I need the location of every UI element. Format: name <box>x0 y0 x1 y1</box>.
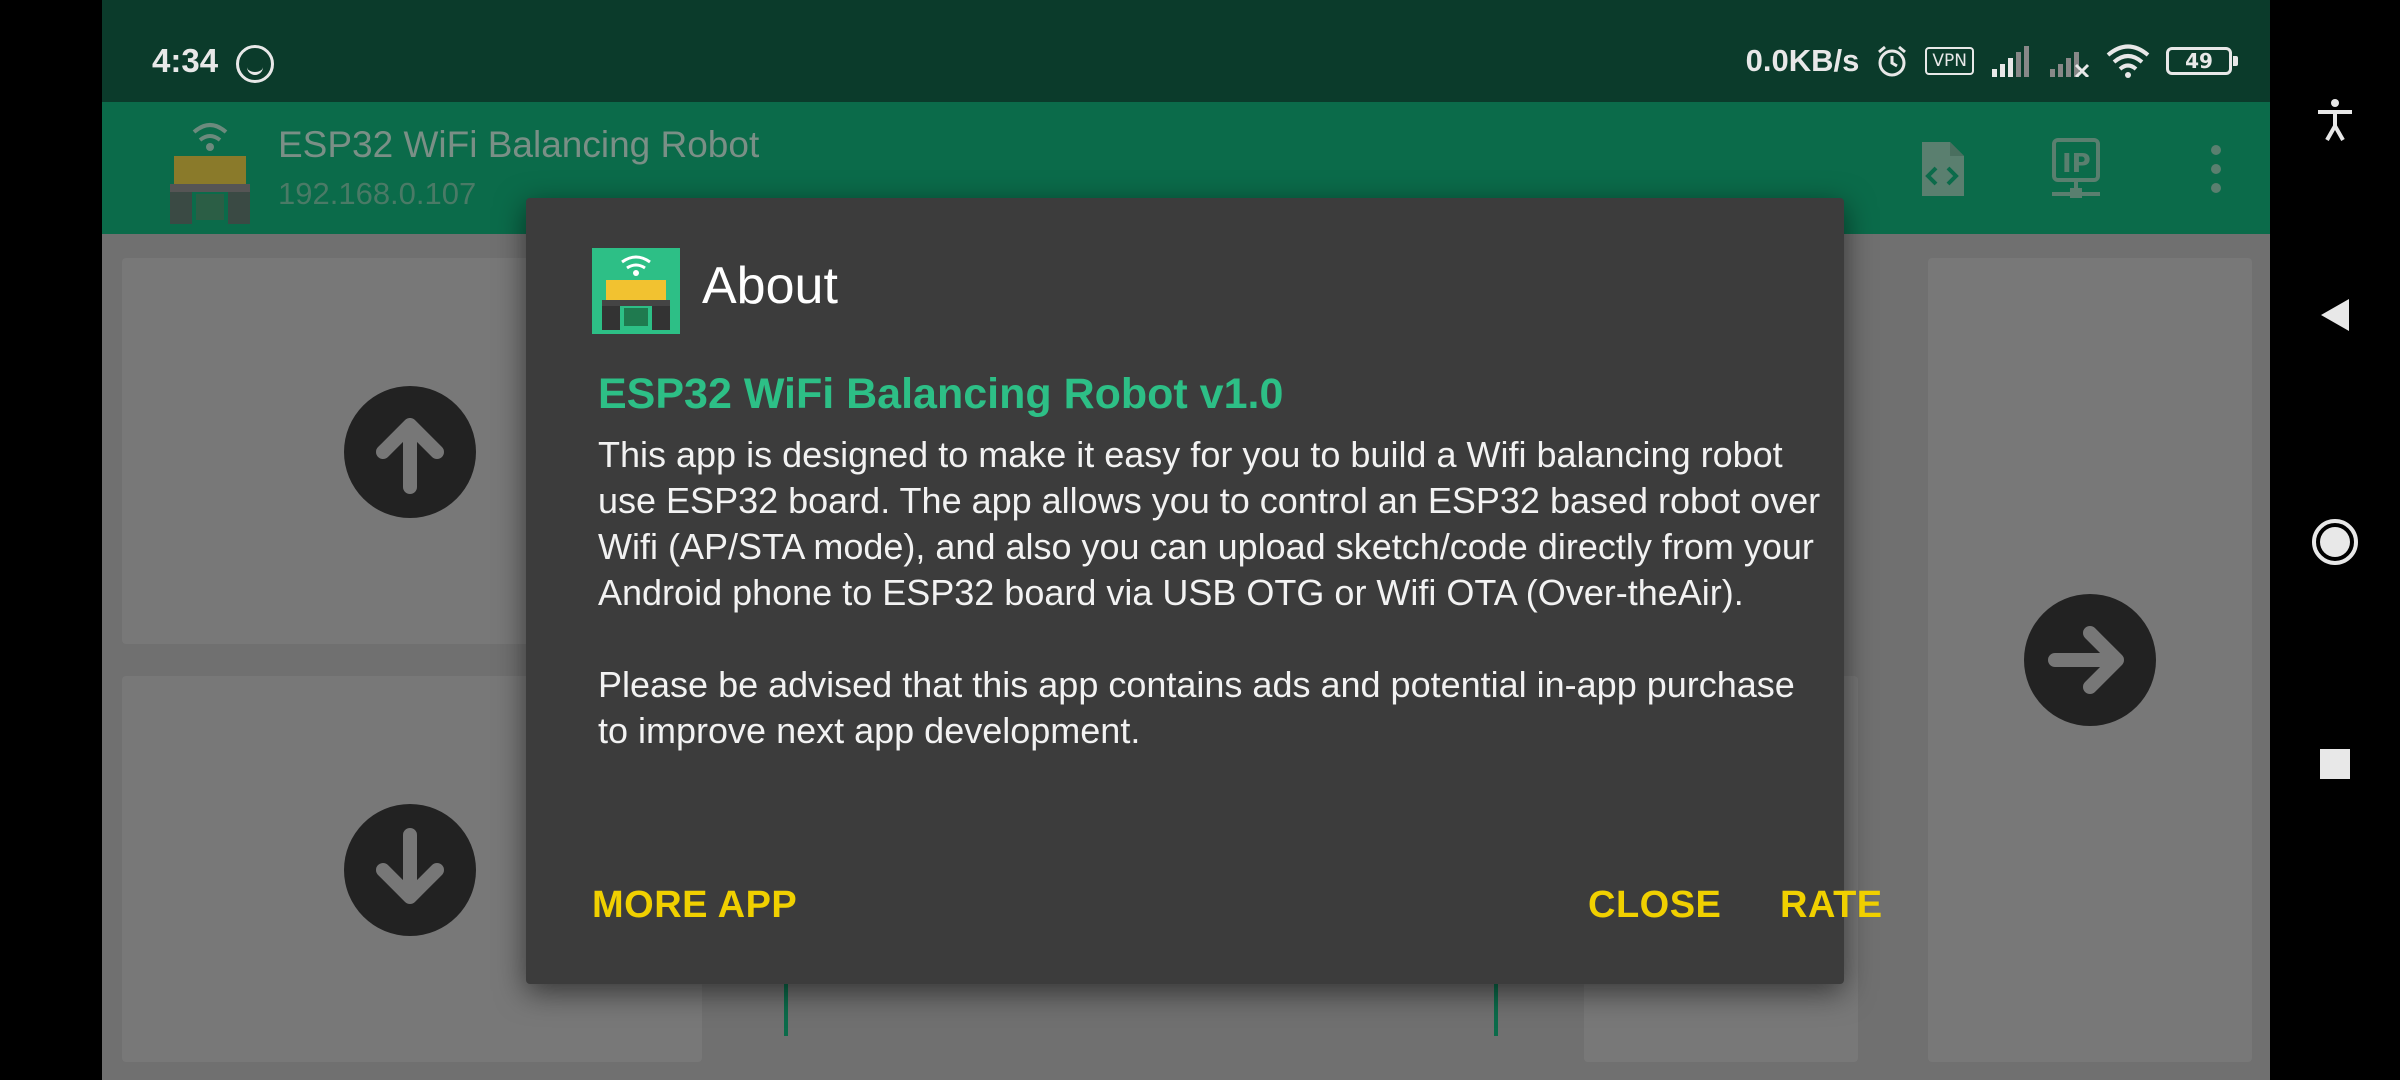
dialog-paragraph-1: This app is designed to make it easy for… <box>598 434 1821 613</box>
home-button[interactable] <box>2270 514 2400 570</box>
home-circle-icon <box>2312 519 2358 565</box>
dialog-body: This app is designed to make it easy for… <box>598 432 1828 800</box>
dialog-title: About <box>702 257 838 315</box>
accessibility-icon <box>2318 99 2352 141</box>
accessibility-button[interactable] <box>2270 90 2400 150</box>
rate-button[interactable]: RATE <box>1780 884 1883 927</box>
back-button[interactable] <box>2270 290 2400 340</box>
navigation-bar <box>2270 0 2400 1080</box>
recents-square-icon <box>2320 749 2350 779</box>
recents-button[interactable] <box>2270 742 2400 786</box>
app-window: 4:34 0.0KB/s VPN 49 ESP32 WiFi Balancing… <box>102 0 2270 1080</box>
about-dialog: About ESP32 WiFi Balancing Robot v1.0 Th… <box>526 198 1882 984</box>
dialog-paragraph-2: Please be advised that this app contains… <box>598 664 1795 751</box>
robot-app-icon <box>592 248 680 334</box>
more-app-button[interactable]: MORE APP <box>592 884 797 927</box>
dialog-heading: ESP32 WiFi Balancing Robot v1.0 <box>598 370 1284 418</box>
back-triangle-icon <box>2321 299 2349 331</box>
screen: 4:34 0.0KB/s VPN 49 ESP32 WiFi Balancing… <box>0 0 2400 1080</box>
close-button[interactable]: CLOSE <box>1588 884 1721 927</box>
